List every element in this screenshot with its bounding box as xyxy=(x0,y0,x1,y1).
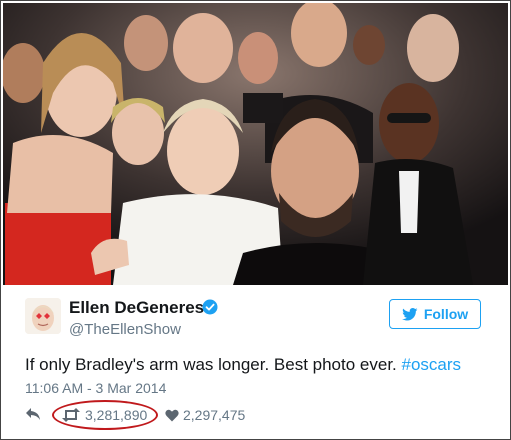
tweet-timestamp[interactable]: 11:06 AM - 3 Mar 2014 xyxy=(25,380,166,396)
retweet-count: 3,281,890 xyxy=(85,407,148,423)
like-button[interactable]: 2,297,475 xyxy=(165,407,245,423)
reply-button[interactable] xyxy=(25,407,41,424)
tweet-text: If only Bradley's arm was longer. Best p… xyxy=(25,355,461,375)
like-count: 2,297,475 xyxy=(183,407,246,423)
reply-icon xyxy=(26,408,40,420)
avatar[interactable] xyxy=(25,298,61,334)
heart-icon xyxy=(165,409,179,421)
user-handle[interactable]: @TheEllenShow xyxy=(69,321,181,338)
follow-label: Follow xyxy=(423,306,469,322)
verified-badge-icon xyxy=(202,299,218,315)
follow-button[interactable]: Follow xyxy=(389,299,481,329)
tweet-actions: 3,281,890 2,297,475 xyxy=(25,400,325,430)
tweet-photo[interactable] xyxy=(3,3,508,285)
retweet-icon xyxy=(62,408,80,422)
tweet-card: Ellen DeGeneres @TheEllenShow Follow If … xyxy=(0,0,511,440)
avatar-icon xyxy=(25,298,61,334)
display-name[interactable]: Ellen DeGeneres xyxy=(69,298,204,318)
tweet-body: If only Bradley's arm was longer. Best p… xyxy=(25,355,402,374)
retweet-button[interactable]: 3,281,890 xyxy=(61,407,147,423)
twitter-bird-icon xyxy=(401,307,418,320)
tweet-author-row: Ellen DeGeneres @TheEllenShow Follow xyxy=(25,296,490,346)
hashtag-link[interactable]: #oscars xyxy=(402,355,462,374)
selfie-image xyxy=(3,3,508,285)
